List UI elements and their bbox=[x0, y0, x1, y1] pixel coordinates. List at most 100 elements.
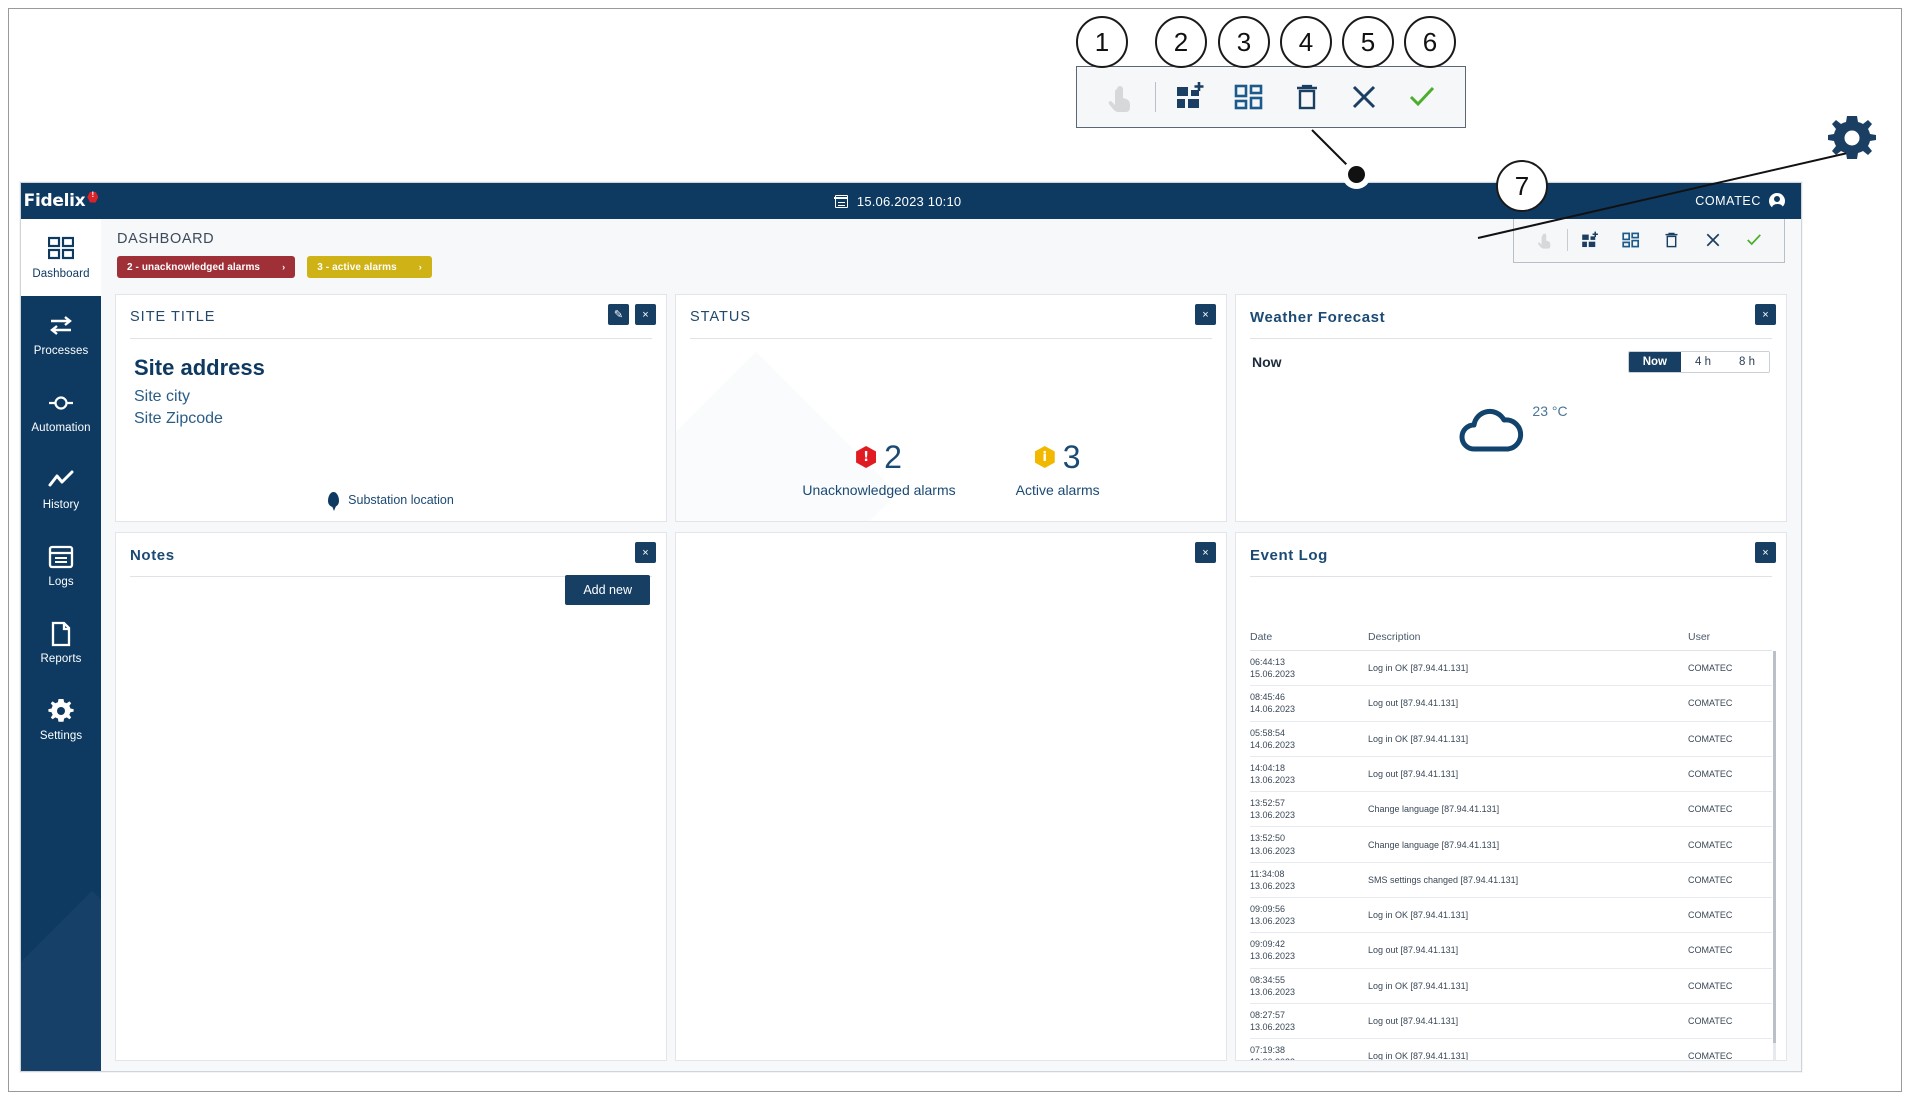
cell-date: 11:34:08 13.06.2023 bbox=[1250, 862, 1368, 898]
close-icon[interactable]: × bbox=[1195, 304, 1216, 325]
add-widget-icon[interactable] bbox=[1162, 67, 1220, 127]
settings-icon bbox=[48, 698, 74, 722]
card-body: Site address Site city Site Zipcode Subs… bbox=[116, 339, 666, 521]
table-row[interactable]: 13:52:50 13.06.2023 Change language [87.94… bbox=[1250, 826, 1772, 863]
card-header: STATUS × bbox=[676, 295, 1226, 339]
divider bbox=[690, 338, 1212, 339]
close-x-icon[interactable] bbox=[1692, 219, 1733, 262]
weather-tab-now[interactable]: Now bbox=[1628, 352, 1681, 372]
cell-time: 08:34:55 bbox=[1250, 974, 1286, 985]
cell-description: SMS settings changed [87.94.41.131] bbox=[1368, 862, 1688, 898]
sidebar-item-label: Processes bbox=[33, 344, 89, 357]
event-log-scrollbar[interactable] bbox=[1773, 651, 1776, 1060]
sidebar-item-label: Dashboard bbox=[32, 267, 90, 280]
trash-icon[interactable] bbox=[1278, 67, 1336, 127]
cell-description: Log out [87.94.41.131] bbox=[1368, 756, 1688, 793]
close-icon[interactable]: × bbox=[1755, 542, 1776, 563]
cell-time: 11:34:08 bbox=[1250, 868, 1285, 879]
card-actions: × bbox=[635, 542, 656, 563]
cell-user: COMATEC bbox=[1688, 968, 1772, 1004]
sidebar-item-dashboard[interactable]: Dashboard bbox=[21, 219, 101, 296]
site-city: Site city bbox=[134, 388, 191, 405]
cell-day: 14.06.2023 bbox=[1250, 704, 1296, 715]
close-icon[interactable]: × bbox=[635, 542, 656, 563]
table-row[interactable]: 08:34:55 13.06.2023 Log in OK [87.94.41.13… bbox=[1250, 968, 1772, 1004]
add-widget-icon[interactable] bbox=[1570, 219, 1611, 262]
cell-description: Log in OK [87.94.41.131] bbox=[1368, 897, 1688, 934]
site-details: Site address Site city Site Zipcode bbox=[116, 339, 666, 445]
table-row[interactable]: 14:04:18 13.06.2023 Log out [87.94.41.131]… bbox=[1250, 756, 1772, 793]
close-icon[interactable]: × bbox=[1195, 542, 1216, 563]
stat-active-alarms[interactable]: i 3 Active alarms bbox=[1016, 441, 1100, 498]
sidebar-item-processes[interactable]: Processes bbox=[21, 296, 101, 373]
cell-user: COMATEC bbox=[1688, 1003, 1772, 1040]
card-body: Now Now 4 h 8 h 23 °C bbox=[1236, 339, 1786, 521]
table-row[interactable]: 11:34:08 13.06.2023 SMS settings changed [… bbox=[1250, 862, 1772, 898]
layout-icon[interactable] bbox=[1611, 219, 1652, 262]
cell-description: Change language [87.94.41.131] bbox=[1368, 791, 1688, 828]
active-alarms-pill[interactable]: 3 - active alarms › bbox=[307, 256, 432, 278]
drag-hand-icon bbox=[1524, 219, 1565, 262]
table-row[interactable]: 13:52:57 13.06.2023 Change language [87.94… bbox=[1250, 791, 1772, 828]
table-row[interactable]: 09:09:42 13.06.2023 Log out [87.94.41.131]… bbox=[1250, 932, 1772, 969]
cell-user: COMATEC bbox=[1688, 932, 1772, 969]
close-icon[interactable]: × bbox=[1755, 304, 1776, 325]
stat-value-row: ! 2 bbox=[802, 441, 955, 473]
cell-date: 08:34:55 13.06.2023 bbox=[1250, 968, 1368, 1004]
card-actions: × bbox=[1755, 542, 1776, 563]
chevron-right-icon: › bbox=[282, 262, 286, 272]
card-title: Event Log bbox=[1250, 546, 1328, 564]
table-row[interactable]: 08:27:57 13.06.2023 Log out [87.94.41.131]… bbox=[1250, 1003, 1772, 1040]
cell-day: 13.06.2023 bbox=[1250, 810, 1296, 821]
drag-hand-icon bbox=[1091, 67, 1149, 127]
callout-widget-toolbar-enlarged[interactable] bbox=[1076, 66, 1466, 128]
widget-toolbar[interactable] bbox=[1513, 219, 1785, 263]
edit-pencil-icon[interactable]: ✎ bbox=[608, 304, 629, 325]
substation-location[interactable]: Substation location bbox=[116, 492, 666, 511]
sidebar-item-settings[interactable]: Settings bbox=[21, 681, 101, 758]
cell-description: Change language [87.94.41.131] bbox=[1368, 826, 1688, 863]
cell-date: 08:45:46 14.06.2023 bbox=[1250, 685, 1368, 722]
close-icon[interactable]: × bbox=[635, 304, 656, 325]
table-row[interactable]: 06:44:13 15.06.2023 Log in OK [87.94.41.13… bbox=[1250, 650, 1772, 687]
dashboard-icon bbox=[48, 236, 74, 259]
card-header: SITE TITLE ✎ × bbox=[116, 295, 666, 339]
add-new-button[interactable]: Add new bbox=[565, 575, 650, 605]
check-icon[interactable] bbox=[1733, 219, 1774, 262]
screenshot-root: 1 2 3 4 5 6 7 Fidelix 15.06.2023 10:10 C… bbox=[0, 0, 1910, 1100]
callout-number-1: 1 bbox=[1076, 16, 1128, 68]
weather-tab-4h[interactable]: 4 h bbox=[1681, 352, 1725, 372]
cell-date: 09:09:42 13.06.2023 bbox=[1250, 932, 1368, 969]
cell-date: 13:52:57 13.06.2023 bbox=[1250, 791, 1368, 828]
cell-day: 13.06.2023 bbox=[1250, 951, 1296, 962]
sidebar-item-history[interactable]: History bbox=[21, 450, 101, 527]
user-avatar-icon[interactable] bbox=[1769, 193, 1785, 211]
cell-time: 06:44:13 bbox=[1250, 657, 1286, 667]
weather-temperature: 23 °C bbox=[1532, 403, 1568, 419]
sidebar-item-reports[interactable]: Reports bbox=[21, 604, 101, 681]
unacknowledged-alarms-pill[interactable]: 2 - unacknowledged alarms › bbox=[117, 256, 296, 278]
table-head: Date Description User bbox=[1250, 627, 1772, 651]
stat-unacknowledged-alarms[interactable]: ! 2 Unacknowledged alarms bbox=[802, 441, 955, 498]
cell-time: 09:09:56 bbox=[1250, 903, 1286, 914]
brand-logo[interactable]: Fidelix bbox=[21, 183, 101, 219]
table-row[interactable]: 05:58:54 14.06.2023 Log in OK [87.94.41.13… bbox=[1250, 721, 1772, 757]
layout-icon[interactable] bbox=[1220, 67, 1278, 127]
event-log-card: Event Log × Date Description User 06:44:… bbox=[1235, 532, 1787, 1061]
sidebar-item-automation[interactable]: Automation bbox=[21, 373, 101, 450]
sidebar: Dashboard Processes Automation History L… bbox=[21, 219, 101, 1071]
table-row[interactable]: 08:45:46 14.06.2023 Log out [87.94.41.131]… bbox=[1250, 685, 1772, 722]
reports-icon bbox=[51, 621, 71, 646]
check-icon[interactable] bbox=[1393, 67, 1451, 127]
weather-tab-8h[interactable]: 8 h bbox=[1725, 352, 1769, 372]
sidebar-item-logs[interactable]: Logs bbox=[21, 527, 101, 604]
close-x-icon[interactable] bbox=[1336, 67, 1394, 127]
callout-number-5: 5 bbox=[1342, 16, 1394, 68]
table-row[interactable]: 07:19:3813.06.2023Log in OK [87.94.41.13… bbox=[1250, 1038, 1772, 1060]
card-title: Weather Forecast bbox=[1250, 308, 1386, 326]
topbar-user[interactable]: COMATEC bbox=[1695, 193, 1801, 211]
trash-icon[interactable] bbox=[1651, 219, 1692, 262]
table-row[interactable]: 09:09:56 13.06.2023 Log in OK [87.94.41.13… bbox=[1250, 897, 1772, 934]
weather-period-label: Now bbox=[1252, 354, 1282, 370]
callout-number-3: 3 bbox=[1218, 16, 1270, 68]
